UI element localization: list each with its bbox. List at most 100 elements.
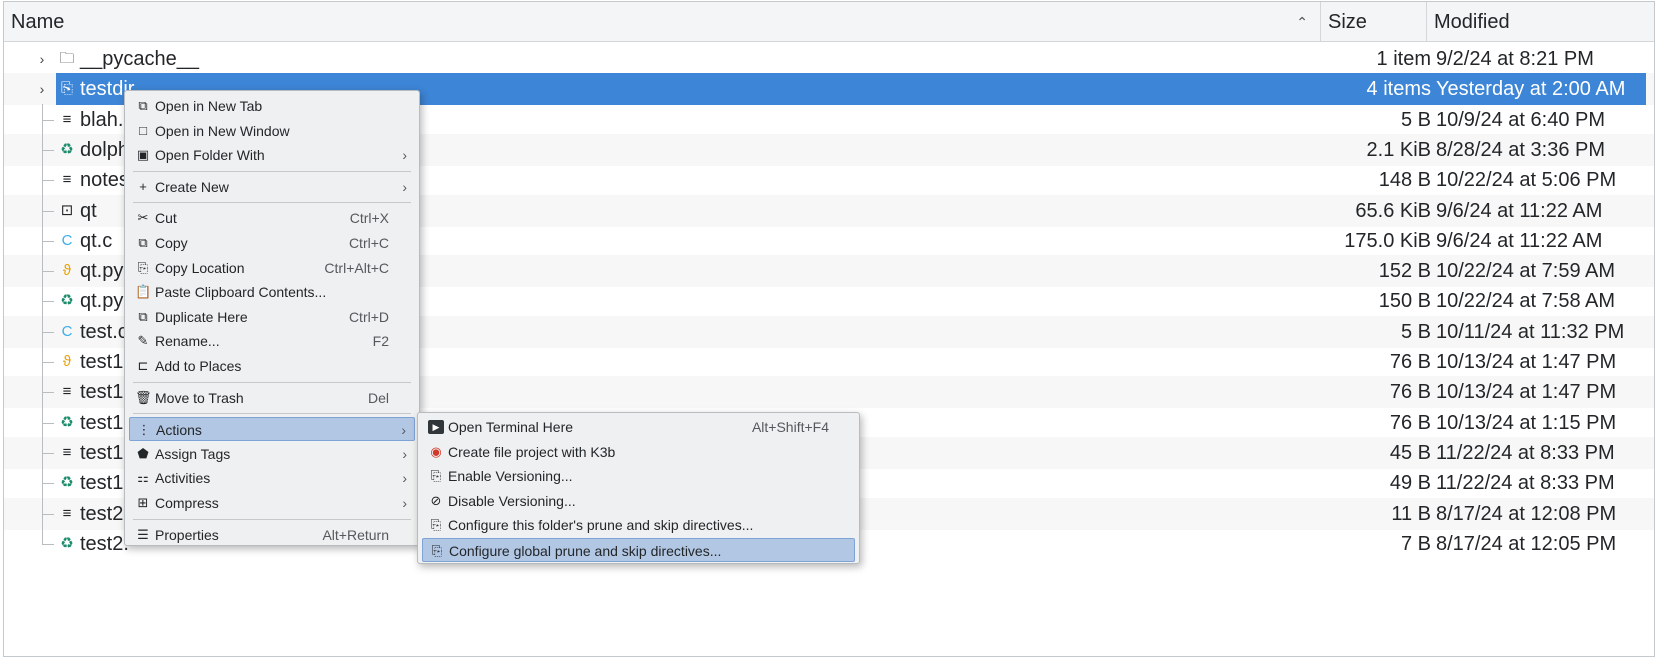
c-source-icon: C	[61, 231, 73, 249]
expand-arrow-icon[interactable]: ›	[36, 43, 48, 75]
text-file-icon: ≡	[62, 504, 72, 522]
file-name: test1.	[80, 381, 129, 404]
menu-item-label: Open Terminal Here	[448, 419, 574, 435]
column-header-name-label: Name	[11, 11, 65, 33]
menu-item-label: Create New	[155, 178, 229, 195]
menu-item-paste-clipboard-contents[interactable]: 📋 Paste Clipboard Contents...	[129, 280, 415, 304]
recycle-icon: ♻	[60, 534, 74, 552]
document-icon: ⎘	[431, 543, 443, 558]
file-modified: 10/22/24 at 7:59 AM	[1436, 260, 1616, 283]
tree-branch-tick	[42, 483, 54, 485]
archive-icon: ⊞	[137, 495, 149, 510]
menu-item-rename[interactable]: ✎ Rename... F2	[129, 329, 415, 353]
menu-item-label: Add to Places	[155, 358, 242, 374]
file-size: 2.1 KiB	[1366, 138, 1431, 161]
file-size: 76 B	[1389, 351, 1431, 373]
actions-item-configure-this-folder-s-prune-and-skip-directives[interactable]: ⎘ Configure this folder's prune and skip …	[422, 513, 855, 537]
file-name: test2.	[80, 532, 129, 555]
file-modified: 9/6/24 at 11:22 AM	[1436, 199, 1603, 222]
actions-item-open-terminal-here[interactable]: ▶ Open Terminal Here Alt+Shift+F4	[422, 415, 855, 439]
bookmark-icon: ⊏	[137, 358, 149, 373]
menu-item-duplicate-here[interactable]: ⧉ Duplicate Here Ctrl+D	[129, 305, 415, 329]
properties-icon: ☰	[137, 526, 149, 542]
menu-separator	[133, 413, 411, 415]
new-tab-icon: ⧉	[138, 98, 148, 113]
actions-item-enable-versioning[interactable]: ⎘ Enable Versioning...	[422, 464, 855, 488]
file-modified: 8/17/24 at 12:05 PM	[1436, 532, 1617, 555]
file-size: 65.6 KiB	[1355, 199, 1431, 222]
menu-item-open-folder-with[interactable]: ▣ Open Folder With ›	[129, 143, 415, 167]
menu-item-label: Disable Versioning...	[448, 492, 576, 509]
menu-item-create-new[interactable]: + Create New ›	[129, 175, 415, 199]
duplicate-icon: ⧉	[138, 308, 148, 324]
menu-item-copy[interactable]: ⧉ Copy Ctrl+C	[129, 231, 415, 255]
cancel-icon: ⊘	[430, 492, 442, 508]
file-size: 175.0 KiB	[1344, 229, 1431, 252]
tree-branch-tick	[42, 119, 54, 121]
menu-item-open-in-new-tab[interactable]: ⧉ Open in New Tab	[129, 94, 415, 118]
menu-item-label: Open in New Window	[155, 122, 290, 139]
menu-item-label: Properties	[155, 526, 219, 543]
terminal-icon: ▶	[428, 420, 444, 434]
sort-ascending-icon: ⌃	[1296, 14, 1308, 30]
column-header-name[interactable]: Name ⌃	[4, 2, 1320, 42]
menu-item-move-to-trash[interactable]: 🗑 Move to Trash Del	[129, 386, 415, 410]
actions-item-disable-versioning[interactable]: ⊘ Disable Versioning...	[422, 489, 855, 513]
chevron-right-icon: ›	[402, 470, 407, 487]
k3b-icon: ◉	[430, 443, 442, 459]
menu-item-label: Paste Clipboard Contents...	[155, 284, 327, 301]
recycle-icon: ♻	[60, 292, 74, 310]
tree-branch-tick	[42, 513, 54, 515]
menu-item-label: Cut	[155, 210, 177, 227]
expand-arrow-icon[interactable]: ›	[36, 73, 48, 105]
text-file-icon: ≡	[62, 171, 72, 189]
menu-item-label: Copy Location	[155, 259, 245, 276]
chevron-right-icon: ›	[402, 178, 407, 195]
file-name: __pycache__	[80, 48, 199, 70]
file-name: test1.	[80, 411, 129, 434]
menu-item-assign-tags[interactable]: ⬟ Assign Tags ›	[129, 442, 415, 466]
menu-item-label: Copy	[155, 235, 188, 251]
tree-branch-tick	[42, 271, 54, 273]
menu-item-shortcut: Del	[367, 389, 389, 406]
more-vertical-icon: ⋮	[137, 422, 151, 438]
menu-item-label: Open in New Tab	[155, 98, 263, 114]
file-size: 5 B	[1400, 108, 1431, 131]
file-modified: Yesterday at 2:00 AM	[1436, 78, 1626, 101]
folder-link-icon: ⎘	[60, 80, 73, 98]
menu-item-actions[interactable]: ⋮ Actions ›	[129, 417, 415, 442]
file-modified: 10/13/24 at 1:15 PM	[1436, 411, 1617, 434]
file-name: test2.	[80, 502, 129, 525]
menu-item-activities[interactable]: ⚏ Activities ›	[129, 466, 415, 490]
chevron-right-icon: ›	[402, 147, 407, 164]
file-name: notes	[80, 169, 129, 192]
column-header-size[interactable]: Size	[1320, 2, 1426, 42]
file-size: 148 B	[1378, 169, 1431, 192]
scissors-icon: ✂	[137, 210, 149, 226]
menu-separator	[133, 170, 411, 172]
actions-item-configure-global-prune-and-skip-directives[interactable]: ⎘ Configure global prune and skip directi…	[422, 538, 855, 562]
column-header: Name ⌃ Size Modified	[4, 2, 1654, 42]
file-modified: 9/2/24 at 8:21 PM	[1436, 48, 1594, 70]
tree-branch-tick	[42, 240, 54, 242]
actions-item-create-file-project-with-k3b[interactable]: ◉ Create file project with K3b	[422, 440, 855, 464]
menu-item-cut[interactable]: ✂ Cut Ctrl+X	[129, 206, 415, 230]
menu-item-properties[interactable]: ☰ Properties Alt+Return	[129, 523, 415, 547]
column-header-modified[interactable]: Modified	[1426, 2, 1654, 42]
menu-item-shortcut: Ctrl+D	[348, 308, 389, 325]
tree-branch-tick	[42, 301, 54, 303]
menu-item-open-in-new-window[interactable]: □ Open in New Window	[129, 119, 415, 143]
menu-item-copy-location[interactable]: ⎘ Copy Location Ctrl+Alt+C	[129, 256, 415, 280]
file-row[interactable]: › 🗀 __pycache__ 1 item 9/2/24 at 8:21 PM	[4, 43, 1654, 75]
menu-item-label: Assign Tags	[155, 445, 231, 462]
text-file-icon: ≡	[62, 110, 72, 128]
menu-item-add-to-places[interactable]: ⊏ Add to Places	[129, 354, 415, 378]
file-name: test1.	[80, 441, 129, 464]
chevron-right-icon: ›	[402, 495, 407, 511]
file-modified: 10/9/24 at 6:40 PM	[1436, 108, 1606, 131]
menu-item-compress[interactable]: ⊞ Compress ›	[129, 491, 415, 515]
menu-item-label: Create file project with K3b	[448, 443, 616, 460]
pencil-icon: ✎	[137, 333, 149, 349]
file-modified: 11/22/24 at 8:33 PM	[1436, 441, 1615, 464]
file-size: 76 B	[1389, 381, 1431, 404]
